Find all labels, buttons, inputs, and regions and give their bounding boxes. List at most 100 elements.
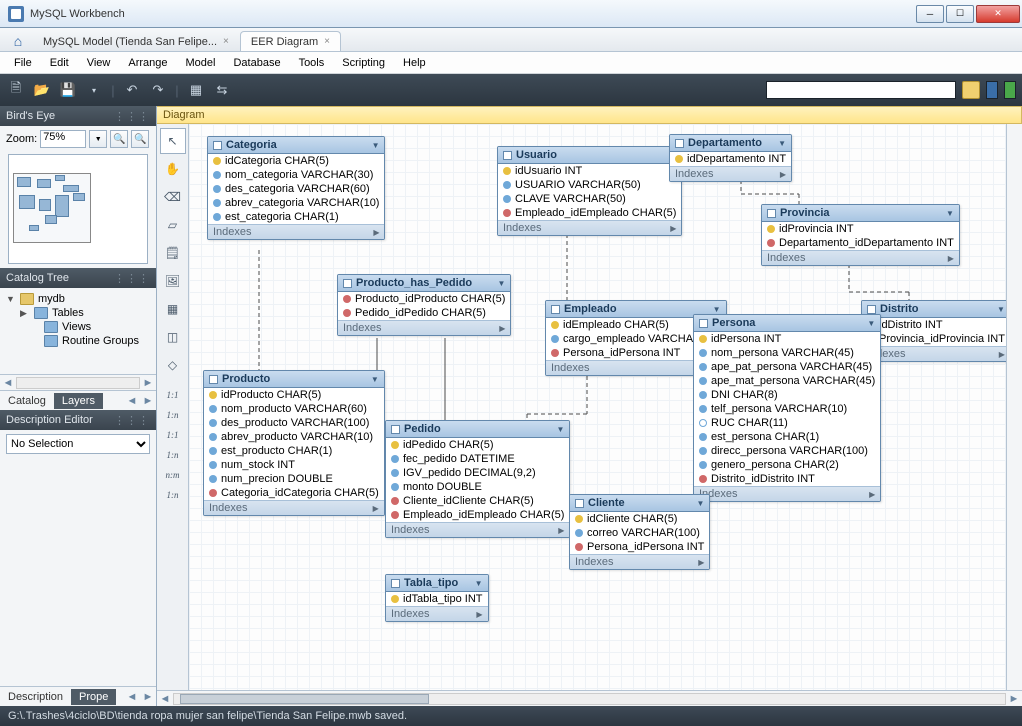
horizontal-scrollbar[interactable]: ◄►	[157, 690, 1022, 706]
collapse-icon[interactable]: ▼	[997, 305, 1005, 314]
tab-properties[interactable]: Prope	[71, 689, 116, 705]
menu-database[interactable]: Database	[225, 55, 288, 71]
column-row[interactable]: Categoria_idCategoria CHAR(5)	[204, 486, 384, 500]
description-select[interactable]: No Selection	[6, 434, 150, 454]
note-tool-icon[interactable]: 🗒	[160, 240, 186, 266]
table-tool-icon[interactable]: ▦	[160, 296, 186, 322]
indexes-section[interactable]: Indexes▶	[762, 250, 959, 265]
zoom-dropdown-icon[interactable]: ▼	[89, 130, 107, 148]
tab-eer-diagram[interactable]: EER Diagram ×	[240, 31, 341, 51]
entity-provincia[interactable]: Provincia▼idProvincia INTDepartamento_id…	[761, 204, 960, 266]
column-row[interactable]: est_persona CHAR(1)	[694, 430, 880, 444]
catalog-hscroll[interactable]: ◄►	[0, 374, 156, 390]
rel-1-1-id-tool[interactable]: 1:1	[160, 426, 186, 444]
rel-1-n-tool[interactable]: 1:n	[160, 406, 186, 424]
rel-1-n-id-tool[interactable]: 1:n	[160, 446, 186, 464]
column-row[interactable]: idPersona INT	[694, 332, 880, 346]
collapse-icon[interactable]: ▼	[497, 279, 505, 288]
view-tool-icon[interactable]: ◫	[160, 324, 186, 350]
column-row[interactable]: correo VARCHAR(100)	[570, 526, 709, 540]
sync-icon[interactable]: ⇆	[212, 80, 232, 100]
entity-header[interactable]: Producto▼	[204, 371, 384, 388]
search-input[interactable]	[766, 81, 956, 99]
close-icon[interactable]: ×	[324, 36, 330, 47]
entity-usuario[interactable]: Usuario▼idUsuario INTUSUARIO VARCHAR(50)…	[497, 146, 682, 236]
column-row[interactable]: DNI CHAR(8)	[694, 388, 880, 402]
tree-routines[interactable]: Routine Groups	[6, 334, 150, 348]
column-row[interactable]: CLAVE VARCHAR(50)	[498, 192, 681, 206]
column-row[interactable]: est_categoria CHAR(1)	[208, 210, 384, 224]
tabs-prev-icon[interactable]: ◄	[124, 393, 140, 409]
column-row[interactable]: Empleado_idEmpleado CHAR(5)	[498, 206, 681, 220]
column-row[interactable]: des_categoria VARCHAR(60)	[208, 182, 384, 196]
collapse-icon[interactable]: ▼	[475, 579, 483, 588]
collapse-icon[interactable]: ▼	[867, 319, 875, 328]
menu-scripting[interactable]: Scripting	[334, 55, 393, 71]
column-row[interactable]: est_producto CHAR(1)	[204, 444, 384, 458]
indexes-section[interactable]: Indexes▶	[498, 220, 681, 235]
column-row[interactable]: Distrito_idDistrito INT	[694, 472, 880, 486]
entity-header[interactable]: Producto_has_Pedido▼	[338, 275, 510, 292]
column-row[interactable]: Pedido_idPedido CHAR(5)	[338, 306, 510, 320]
search-button[interactable]	[962, 81, 980, 99]
column-row[interactable]: ape_mat_persona VARCHAR(45)	[694, 374, 880, 388]
collapse-icon[interactable]: ▼	[557, 425, 565, 434]
pointer-tool-icon[interactable]: ↖	[160, 128, 186, 154]
entity-header[interactable]: Cliente▼	[570, 495, 709, 512]
column-row[interactable]: nom_persona VARCHAR(45)	[694, 346, 880, 360]
column-row[interactable]: Empleado_idEmpleado CHAR(5)	[386, 508, 569, 522]
validate-icon[interactable]: ▦	[186, 80, 206, 100]
undo-icon[interactable]: ↶	[122, 80, 142, 100]
indexes-section[interactable]: Indexes▶	[570, 554, 709, 569]
home-button[interactable]: ⌂	[4, 31, 32, 51]
indexes-section[interactable]: Indexes▶	[204, 500, 384, 515]
minimize-button[interactable]: ─	[916, 5, 944, 23]
entity-tabla_tipo[interactable]: Tabla_tipo▼idTabla_tipo INTIndexes▶	[385, 574, 489, 622]
minimap[interactable]	[8, 154, 148, 264]
entity-persona[interactable]: Persona▼idPersona INTnom_persona VARCHAR…	[693, 314, 881, 502]
column-row[interactable]: Departamento_idDepartamento INT	[762, 236, 959, 250]
column-row[interactable]: direcc_persona VARCHAR(100)	[694, 444, 880, 458]
rel-1-n-ex-tool[interactable]: 1:n	[160, 486, 186, 504]
entity-header[interactable]: Distrito▼	[862, 301, 1006, 318]
column-row[interactable]: Persona_idPersona INT	[570, 540, 709, 554]
column-row[interactable]: abrev_producto VARCHAR(10)	[204, 430, 384, 444]
new-file-icon[interactable]: 🗎	[6, 80, 26, 100]
indexes-section[interactable]: Indexes▶	[386, 522, 569, 537]
tabs-next-icon[interactable]: ►	[140, 689, 156, 705]
indexes-section[interactable]: Indexes▶	[670, 166, 791, 181]
column-row[interactable]: telf_persona VARCHAR(10)	[694, 402, 880, 416]
layer-tool-icon[interactable]: ▱	[160, 212, 186, 238]
diagram-canvas[interactable]: Categoria▼idCategoria CHAR(5)nom_categor…	[189, 124, 1006, 690]
redo-icon[interactable]: ↷	[148, 80, 168, 100]
column-row[interactable]: idDistrito INT	[862, 318, 1006, 332]
color-green-button[interactable]	[1004, 81, 1016, 99]
column-row[interactable]: RUC CHAR(11)	[694, 416, 880, 430]
column-row[interactable]: idTabla_tipo INT	[386, 592, 488, 606]
entity-cliente[interactable]: Cliente▼idCliente CHAR(5)correo VARCHAR(…	[569, 494, 710, 570]
indexes-section[interactable]: Indexes▶	[862, 346, 1006, 361]
entity-header[interactable]: Usuario▼	[498, 147, 681, 164]
column-row[interactable]: idProvincia INT	[762, 222, 959, 236]
entity-distrito[interactable]: Distrito▼idDistrito INTProvincia_idProvi…	[861, 300, 1006, 362]
collapse-icon[interactable]: ▼	[946, 209, 954, 218]
entity-header[interactable]: Provincia▼	[762, 205, 959, 222]
close-button[interactable]: ✕	[976, 5, 1020, 23]
column-row[interactable]: num_stock INT	[204, 458, 384, 472]
indexes-section[interactable]: Indexes▶	[208, 224, 384, 239]
column-row[interactable]: idCliente CHAR(5)	[570, 512, 709, 526]
collapse-icon[interactable]: ▼	[713, 305, 721, 314]
zoom-select[interactable]: 75%	[40, 130, 86, 148]
menu-edit[interactable]: Edit	[42, 55, 77, 71]
menu-file[interactable]: File	[6, 55, 40, 71]
column-row[interactable]: ape_pat_persona VARCHAR(45)	[694, 360, 880, 374]
tree-views[interactable]: Views	[6, 320, 150, 334]
indexes-section[interactable]: Indexes▶	[338, 320, 510, 335]
column-row[interactable]: idProducto CHAR(5)	[204, 388, 384, 402]
menu-arrange[interactable]: Arrange	[120, 55, 175, 71]
collapse-icon[interactable]: ▼	[372, 141, 380, 150]
column-row[interactable]: num_precion DOUBLE	[204, 472, 384, 486]
rel-n-m-tool[interactable]: n:m	[160, 466, 186, 484]
entity-header[interactable]: Tabla_tipo▼	[386, 575, 488, 592]
entity-header[interactable]: Categoria▼	[208, 137, 384, 154]
